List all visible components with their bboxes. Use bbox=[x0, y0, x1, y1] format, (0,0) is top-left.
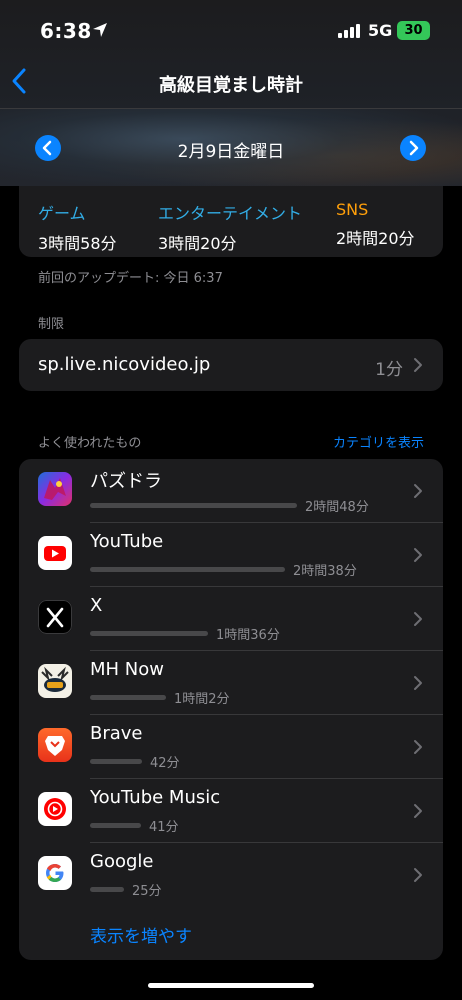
chevron-right-icon bbox=[409, 140, 419, 156]
app-name: X bbox=[90, 595, 103, 616]
app-name: YouTube Music bbox=[90, 787, 221, 808]
app-row-brave[interactable]: Brave 42分 bbox=[19, 715, 443, 779]
battery-indicator: 30 bbox=[397, 21, 430, 40]
date-label: 2月9日金曜日 bbox=[177, 142, 285, 162]
youtube-music-icon bbox=[38, 792, 72, 826]
screen-time-screen: 6:38 5G 30 高級目覚まし時計 2月9日金曜日 ゲーム 3時間58分 エ… bbox=[0, 0, 462, 1000]
app-row-youtube-music[interactable]: YouTube Music 41分 bbox=[19, 779, 443, 843]
usage-bar bbox=[90, 887, 124, 892]
app-row-youtube[interactable]: YouTube 2時間38分 bbox=[19, 523, 443, 587]
chevron-right-icon bbox=[414, 676, 422, 690]
category-sns[interactable]: SNS 2時間20分 bbox=[336, 200, 415, 249]
chevron-right-icon bbox=[414, 612, 422, 626]
puzzle-dragons-icon bbox=[38, 472, 72, 506]
app-row-google[interactable]: Google 25分 bbox=[19, 843, 443, 907]
app-name: YouTube bbox=[90, 531, 164, 552]
category-name: エンターテイメント bbox=[158, 204, 303, 223]
limit-row[interactable]: sp.live.nicovideo.jp 1分 bbox=[19, 339, 443, 391]
network-type: 5G bbox=[368, 21, 393, 40]
nav-divider bbox=[0, 108, 462, 109]
usage-bar bbox=[90, 631, 208, 636]
most-used-section-label: よく使われたもの bbox=[38, 436, 142, 451]
category-time: 3時間58分 bbox=[38, 234, 117, 253]
page-title: 高級目覚まし時計 bbox=[159, 75, 303, 96]
usage-time: 2時間48分 bbox=[305, 500, 369, 515]
category-time: 2時間20分 bbox=[336, 229, 415, 248]
usage-time: 1時間2分 bbox=[174, 692, 230, 707]
status-time: 6:38 bbox=[40, 19, 92, 43]
last-update-text: 前回のアップデート: 今日 6:37 bbox=[38, 271, 223, 286]
brave-icon bbox=[38, 728, 72, 762]
chevron-right-icon bbox=[414, 740, 422, 754]
next-day-button[interactable] bbox=[400, 135, 426, 161]
usage-bar bbox=[90, 503, 297, 508]
category-time: 3時間20分 bbox=[158, 234, 237, 253]
category-games[interactable]: ゲーム 3時間58分 bbox=[38, 200, 117, 254]
category-entertainment[interactable]: エンターテイメント 3時間20分 bbox=[158, 200, 302, 254]
category-name: ゲーム bbox=[38, 204, 86, 223]
show-categories-link[interactable]: カテゴリを表示 bbox=[333, 432, 424, 451]
app-name: MH Now bbox=[90, 659, 164, 680]
location-arrow-icon bbox=[93, 23, 107, 37]
usage-bar bbox=[90, 567, 285, 572]
app-name: パズドラ bbox=[90, 471, 162, 492]
mh-now-icon bbox=[38, 664, 72, 698]
usage-time: 2時間38分 bbox=[293, 564, 357, 579]
usage-bar bbox=[90, 823, 141, 828]
home-indicator bbox=[148, 983, 314, 988]
usage-time: 25分 bbox=[132, 884, 162, 899]
chevron-right-icon bbox=[414, 548, 422, 562]
usage-time: 42分 bbox=[150, 756, 180, 771]
show-more-button[interactable]: 表示を増やす bbox=[90, 922, 192, 947]
limits-section-label: 制限 bbox=[38, 317, 65, 332]
limit-value: 1分 bbox=[375, 360, 403, 380]
chevron-right-icon bbox=[414, 868, 422, 882]
usage-time: 1時間36分 bbox=[216, 628, 280, 643]
battery-level: 30 bbox=[404, 23, 423, 38]
app-name: Brave bbox=[90, 723, 143, 744]
cellular-signal-icon bbox=[338, 24, 360, 38]
usage-time: 41分 bbox=[149, 820, 179, 835]
chevron-right-icon bbox=[414, 804, 422, 818]
app-row-mh-now[interactable]: MH Now 1時間2分 bbox=[19, 651, 443, 715]
usage-bar bbox=[90, 759, 142, 764]
app-row-x[interactable]: X 1時間36分 bbox=[19, 587, 443, 651]
x-icon bbox=[38, 600, 72, 634]
chevron-right-icon bbox=[414, 358, 422, 372]
chevron-right-icon bbox=[414, 484, 422, 498]
category-summary-card: ゲーム 3時間58分 エンターテイメント 3時間20分 SNS 2時間20分 bbox=[19, 186, 443, 257]
most-used-apps-card: パズドラ 2時間48分 YouTube 2時間38分 X 1時間36分 MH N… bbox=[19, 459, 443, 960]
limit-site: sp.live.nicovideo.jp bbox=[38, 354, 211, 375]
usage-bar bbox=[90, 695, 166, 700]
youtube-icon bbox=[38, 536, 72, 570]
app-row-puzzle-dragons[interactable]: パズドラ 2時間48分 bbox=[19, 459, 443, 523]
google-icon bbox=[38, 856, 72, 890]
category-name: SNS bbox=[336, 200, 369, 219]
app-name: Google bbox=[90, 851, 154, 872]
